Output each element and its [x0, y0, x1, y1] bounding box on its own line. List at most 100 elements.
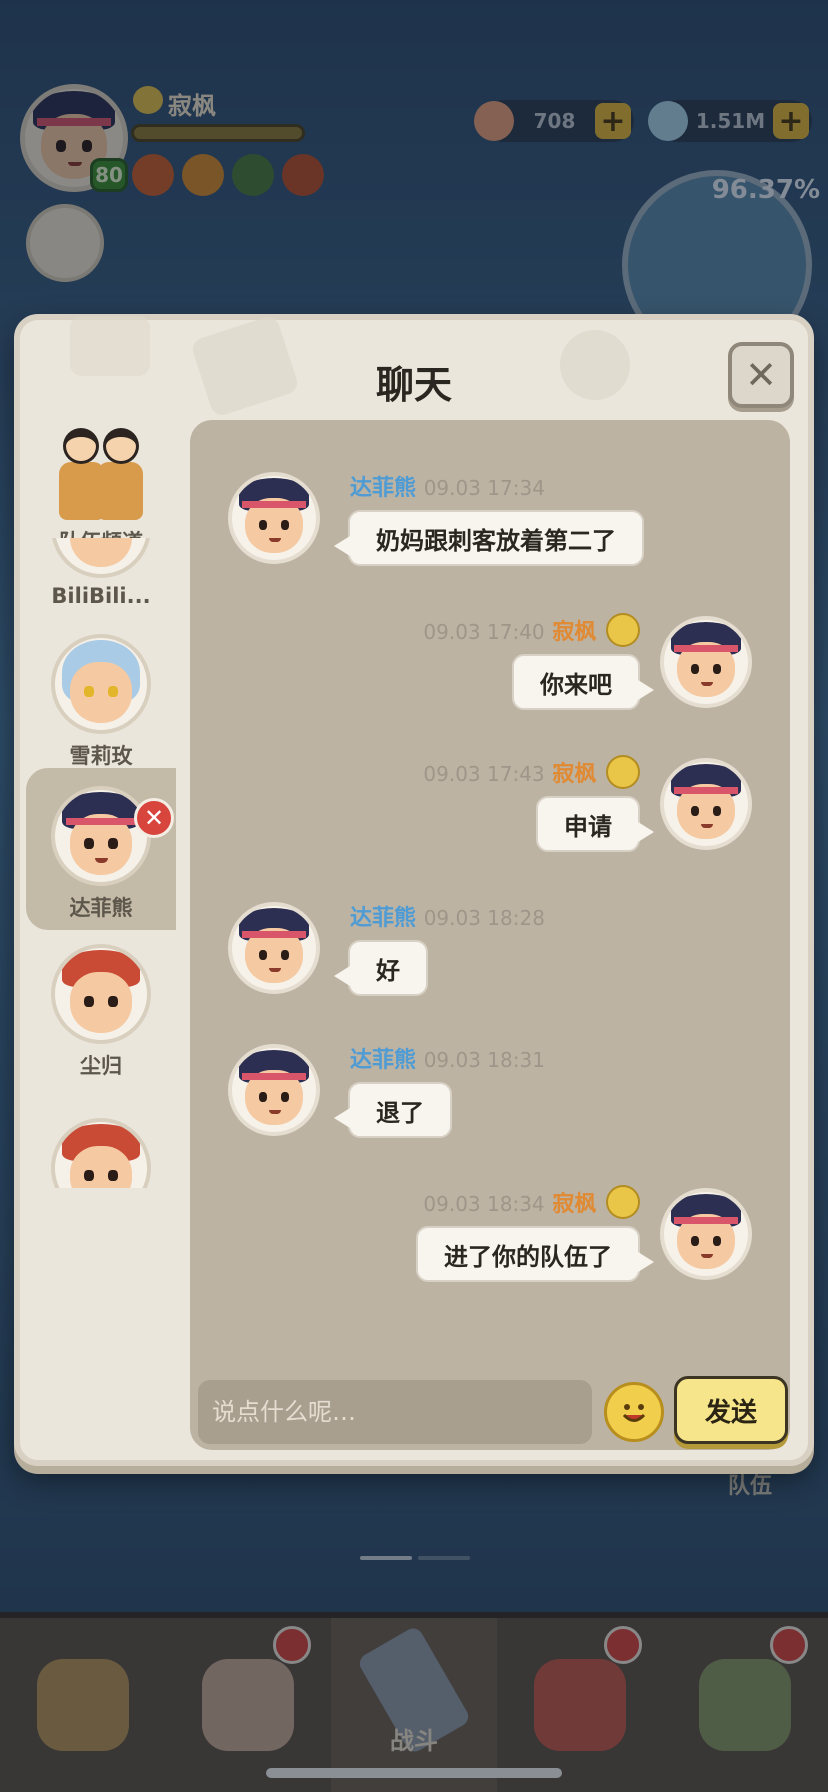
channel-avatar [51, 538, 151, 578]
nav-hero[interactable] [166, 1618, 332, 1792]
player-level: 80 [95, 163, 123, 187]
chat-input[interactable] [198, 1380, 592, 1444]
nav-battle-label: 战斗 [389, 1727, 438, 1755]
chat-input-row: 发送 [190, 1372, 790, 1452]
hut-icon [36, 1659, 129, 1751]
message-bubble: 退了 [334, 1082, 452, 1138]
close-button[interactable]: ✕ [728, 342, 794, 408]
buff-icon[interactable] [182, 154, 224, 196]
channel-name: 达菲熊 [69, 896, 133, 920]
home-indicator [266, 1768, 562, 1778]
message-row: 09.03 17:40 寂枫 你来吧 [190, 604, 790, 724]
alert-bell-icon [273, 1626, 312, 1664]
alert-bell-icon [604, 1626, 643, 1664]
channel-avatar [51, 786, 151, 886]
alert-bell-icon [769, 1626, 808, 1664]
channel-item-partial[interactable] [26, 1118, 176, 1188]
sender-face-icon [606, 1185, 640, 1219]
player-level-badge: 80 [90, 158, 128, 192]
message-row: 达菲熊 09.03 18:31 退了 [190, 1032, 790, 1152]
sender-avatar[interactable] [660, 1188, 752, 1280]
player-face-icon [133, 86, 163, 114]
message-meta: 09.03 17:43 寂枫 [423, 755, 640, 792]
buff-icon[interactable] [132, 154, 174, 196]
send-button[interactable]: 发送 [674, 1376, 788, 1444]
channel-item-dafeixiong[interactable]: ✕ 达菲熊 [26, 768, 176, 930]
resource-shell-value: 708 [533, 109, 576, 133]
message-row: 达菲熊 09.03 17:34 奶妈跟刺客放着第二了 [190, 460, 790, 580]
map-progress: 96.37% [711, 175, 820, 205]
sender-name[interactable]: 达菲熊 [350, 906, 416, 931]
message-bubble: 好 [334, 940, 428, 996]
sender-avatar[interactable] [228, 472, 320, 564]
message-bubble: 奶妈跟刺客放着第二了 [334, 510, 644, 566]
remove-channel-button[interactable]: ✕ [134, 798, 174, 838]
message-row: 09.03 17:43 寂枫 申请 [190, 746, 790, 866]
message-time: 09.03 18:28 [423, 906, 545, 930]
nav-home[interactable] [0, 1618, 166, 1792]
channel-avatar [51, 944, 151, 1044]
page-indicator [360, 1556, 470, 1560]
shell-icon [474, 101, 514, 141]
buff-icon[interactable] [232, 154, 274, 196]
message-meta: 09.03 17:40 寂枫 [423, 613, 640, 650]
sender-name[interactable]: 达菲熊 [350, 1048, 416, 1073]
message-list[interactable]: 达菲熊 09.03 17:34 奶妈跟刺客放着第二了 09.03 17:40 寂… [190, 420, 790, 1450]
close-icon: ✕ [745, 353, 777, 397]
message-time: 09.03 18:34 [423, 1192, 545, 1216]
message-time: 09.03 17:40 [423, 620, 545, 644]
message-meta: 达菲熊 09.03 17:34 [350, 470, 545, 502]
team-channel-icon [53, 420, 149, 520]
exp-bar [131, 124, 305, 142]
player-name: 寂枫 [168, 92, 216, 120]
nav-pet[interactable] [497, 1618, 663, 1792]
channel-item-team[interactable]: 队伍频道 [26, 420, 176, 554]
sender-avatar[interactable] [660, 616, 752, 708]
nav-guild[interactable] [662, 1618, 828, 1792]
channel-item-xueli[interactable]: 雪莉玫 [26, 634, 176, 774]
channel-avatar [51, 1118, 151, 1188]
sender-avatar[interactable] [228, 902, 320, 994]
message-bubble: 进了你的队伍了 [416, 1226, 654, 1282]
channel-name: BiliBili... [51, 584, 151, 608]
channel-list[interactable]: 队伍频道 BiliBili... 雪莉玫 ✕ 达菲熊 [26, 420, 176, 1460]
buff-badges [132, 154, 324, 196]
sender-face-icon [606, 613, 640, 647]
smiley-icon [622, 1404, 646, 1422]
pet-icon [533, 1659, 626, 1751]
sender-name[interactable]: 达菲熊 [350, 476, 416, 501]
bottom-nav: 战斗 [0, 1612, 828, 1792]
channel-name: 雪莉玫 [69, 744, 133, 768]
chat-panel: 聊天 ✕ 队伍频道 BiliBili... 雪莉玫 [14, 314, 814, 1466]
add-shell-button[interactable]: + [595, 103, 631, 139]
sender-face-icon [606, 755, 640, 789]
buff-icon[interactable] [282, 154, 324, 196]
message-bubble: 申请 [536, 796, 654, 852]
sender-avatar[interactable] [660, 758, 752, 850]
hero-icon [202, 1659, 295, 1751]
sender-name[interactable]: 寂枫 [552, 1192, 596, 1217]
resource-pearl-value: 1.51M [695, 109, 766, 133]
guild-icon [699, 1659, 792, 1751]
message-row: 09.03 18:34 寂枫 进了你的队伍了 [190, 1176, 790, 1296]
message-bubble: 你来吧 [512, 654, 654, 710]
channel-name: 尘归 [80, 1054, 122, 1078]
panel-title: 聊天 [375, 363, 452, 407]
sender-name[interactable]: 寂枫 [552, 762, 596, 787]
sender-avatar[interactable] [228, 1044, 320, 1136]
channel-avatar [51, 634, 151, 734]
team-button-label[interactable]: 队伍 [728, 1468, 772, 1500]
sender-name[interactable]: 寂枫 [552, 620, 596, 645]
emoji-button[interactable] [604, 1382, 664, 1442]
message-time: 09.03 17:34 [423, 476, 545, 500]
resource-shell: 708 + [474, 100, 634, 142]
nav-battle[interactable]: 战斗 [331, 1618, 497, 1792]
message-meta: 09.03 18:34 寂枫 [423, 1185, 640, 1222]
channel-item-bilibili[interactable]: BiliBili... [26, 538, 176, 618]
add-pearl-button[interactable]: + [773, 103, 809, 139]
message-meta: 达菲熊 09.03 18:31 [350, 1042, 545, 1074]
message-time: 09.03 17:43 [423, 762, 545, 786]
channel-item-chengui[interactable]: 尘归 [26, 944, 176, 1084]
side-friend-avatar[interactable] [26, 204, 104, 282]
message-time: 09.03 18:31 [423, 1048, 545, 1072]
